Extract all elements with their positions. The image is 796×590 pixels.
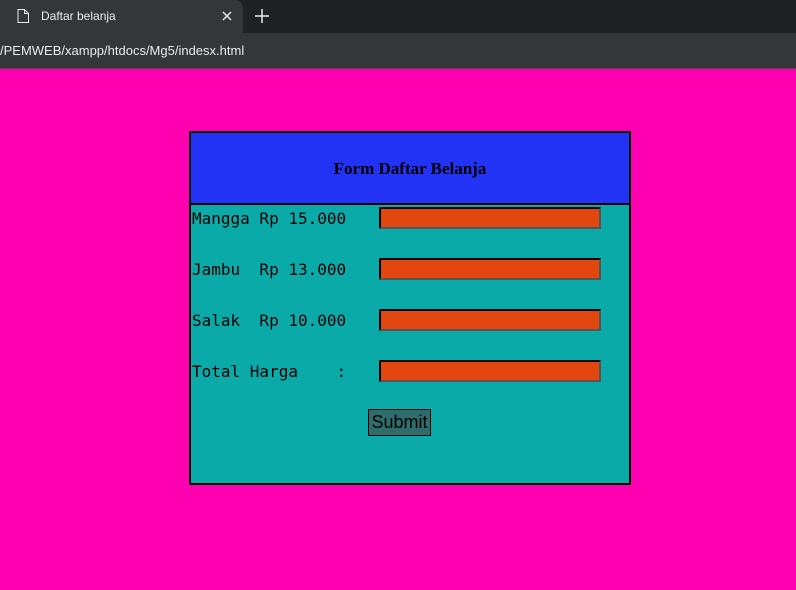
plus-icon[interactable]	[253, 7, 271, 25]
close-icon[interactable]	[220, 9, 234, 23]
total-harga-label: Total Harga :	[192, 362, 347, 381]
jambu-input[interactable]	[379, 258, 601, 280]
page-viewport: Form Daftar Belanja Mangga Rp 15.000 Jam…	[0, 69, 796, 590]
salak-input[interactable]	[379, 309, 601, 331]
tab-title: Daftar belanja	[41, 9, 116, 23]
mangga-input[interactable]	[379, 207, 601, 229]
submit-button[interactable]: Submit	[368, 409, 431, 436]
tab-bar: Daftar belanja	[0, 0, 796, 33]
form-title: Form Daftar Belanja	[333, 159, 487, 178]
salak-label: Salak Rp 10.000	[192, 311, 347, 330]
total-harga-input[interactable]	[379, 360, 601, 382]
jambu-label: Jambu Rp 13.000	[192, 260, 347, 279]
address-url[interactable]: /PEMWEB/xampp/htdocs/Mg5/indesx.html	[0, 43, 244, 58]
form-header: Form Daftar Belanja	[191, 133, 629, 205]
shopping-form: Form Daftar Belanja Mangga Rp 15.000 Jam…	[189, 131, 631, 485]
browser-tab[interactable]: Daftar belanja	[0, 0, 243, 33]
mangga-label: Mangga Rp 15.000	[192, 209, 347, 228]
document-icon	[17, 9, 29, 23]
address-bar[interactable]: /PEMWEB/xampp/htdocs/Mg5/indesx.html	[0, 33, 796, 69]
